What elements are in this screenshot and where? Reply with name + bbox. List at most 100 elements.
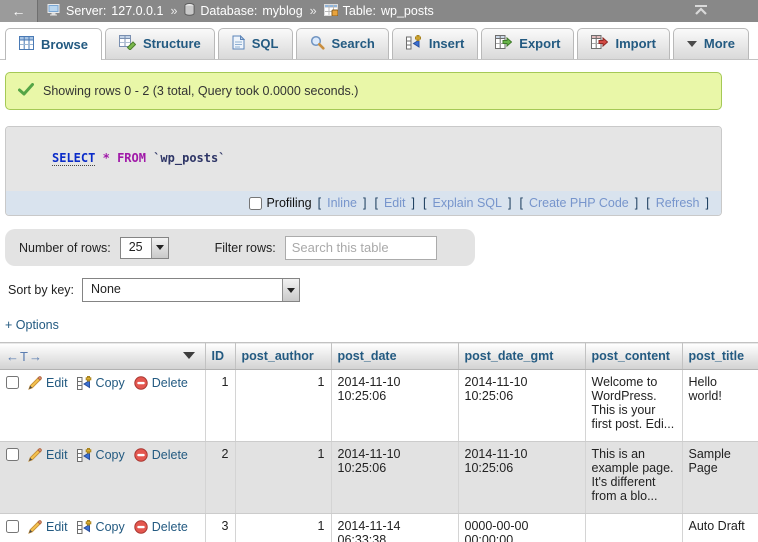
cell-post-title[interactable]: Sample Page	[682, 442, 758, 514]
cell-post-content[interactable]: Welcome to WordPress. This is your first…	[585, 370, 682, 442]
column-header-id[interactable]: ID	[205, 343, 235, 370]
cell-id[interactable]: 2	[205, 442, 235, 514]
sort-by-key-select[interactable]: None	[82, 278, 300, 302]
edit-query-link[interactable]: Edit	[384, 196, 406, 210]
tab-bar: Browse Structure SQL Search Insert Expor…	[0, 22, 758, 60]
chevron-down-icon[interactable]	[183, 352, 195, 359]
back-button[interactable]: ←	[0, 0, 38, 22]
cell-post-date[interactable]: 2014-11-14 06:33:38	[331, 514, 458, 542]
filter-rows-input[interactable]	[285, 236, 437, 260]
column-header-post-title[interactable]: post_title	[682, 343, 758, 370]
breadcrumb-table[interactable]: Table: wp_posts	[343, 4, 434, 18]
bracket: ]	[363, 196, 366, 210]
sql-keyword-select[interactable]: SELECT	[52, 151, 95, 166]
sql-star: *	[103, 151, 110, 165]
bracket: [	[646, 196, 649, 210]
tab-browse[interactable]: Browse	[5, 28, 102, 60]
row-checkbox[interactable]	[6, 376, 19, 389]
tab-search[interactable]: Search	[296, 28, 389, 59]
options-toggle-link[interactable]: + Options	[5, 318, 59, 332]
tab-import[interactable]: Import	[577, 28, 669, 59]
bracket: [	[423, 196, 426, 210]
tab-label: Structure	[143, 36, 201, 51]
cell-post-title[interactable]: Hello world!	[682, 370, 758, 442]
copy-row-link[interactable]: Copy	[77, 376, 125, 390]
create-php-code-link[interactable]: Create PHP Code	[529, 196, 629, 210]
cell-post-date[interactable]: 2014-11-10 10:25:06	[331, 442, 458, 514]
breadcrumb-separator: »	[310, 4, 317, 18]
database-icon	[184, 3, 195, 19]
column-header-post-date[interactable]: post_date	[331, 343, 458, 370]
breadcrumb-database[interactable]: Database: myblog	[200, 4, 302, 18]
sort-by-key-label: Sort by key:	[8, 283, 74, 297]
breadcrumb: Server: 127.0.0.1 » Database: myblog » T…	[38, 3, 434, 19]
edit-row-link[interactable]: Edit	[28, 448, 68, 462]
row-actions-header[interactable]: ←T→	[0, 343, 205, 370]
copy-row-link[interactable]: Copy	[77, 448, 125, 462]
number-of-rows-select[interactable]: 25	[120, 237, 169, 259]
copy-icon	[77, 376, 92, 390]
tab-insert[interactable]: Insert	[392, 28, 478, 59]
delete-row-link[interactable]: Delete	[134, 376, 188, 390]
table-row: Edit Copy Delete 1 1 2014-11-10 10:25:06 2…	[0, 370, 758, 442]
cell-post-date[interactable]: 2014-11-10 10:25:06	[331, 370, 458, 442]
column-header-post-date-gmt[interactable]: post_date_gmt	[458, 343, 585, 370]
bracket: ]	[635, 196, 638, 210]
tab-structure[interactable]: Structure	[105, 28, 215, 59]
number-of-rows-label: Number of rows:	[19, 241, 111, 255]
column-header-post-author[interactable]: post_author	[235, 343, 331, 370]
number-of-rows-value: 25	[121, 238, 151, 258]
cell-post-author[interactable]: 1	[235, 442, 331, 514]
explain-sql-link[interactable]: Explain SQL	[432, 196, 501, 210]
select-dropdown-button	[282, 279, 299, 301]
row-checkbox[interactable]	[6, 448, 19, 461]
cell-post-author[interactable]: 1	[235, 514, 331, 542]
collapse-panel-icon[interactable]	[692, 4, 710, 19]
breadcrumb-server[interactable]: Server: 127.0.0.1	[66, 4, 163, 18]
bracket: [	[318, 196, 321, 210]
row-checkbox[interactable]	[6, 520, 19, 533]
cell-post-title[interactable]: Auto Draft	[682, 514, 758, 542]
delete-row-link[interactable]: Delete	[134, 448, 188, 462]
cell-id[interactable]: 1	[205, 370, 235, 442]
bracket: ]	[706, 196, 709, 210]
cell-post-content[interactable]: This is an example page. It's different …	[585, 442, 682, 514]
browse-icon	[19, 36, 34, 53]
edit-row-link[interactable]: Edit	[28, 376, 68, 390]
row-actions-cell: Edit Copy Delete	[0, 442, 205, 514]
cell-post-date-gmt[interactable]: 0000-00-00 00:00:00	[458, 514, 585, 542]
delete-row-link[interactable]: Delete	[134, 520, 188, 534]
transpose-arrows[interactable]: ←T→	[6, 349, 43, 364]
copy-icon	[77, 520, 92, 534]
cell-post-date-gmt[interactable]: 2014-11-10 10:25:06	[458, 442, 585, 514]
profiling-checkbox[interactable]	[249, 197, 262, 210]
inline-link[interactable]: Inline	[327, 196, 357, 210]
success-check-icon	[18, 83, 34, 99]
cell-id[interactable]: 3	[205, 514, 235, 542]
table-icon	[324, 4, 338, 19]
cell-post-date-gmt[interactable]: 2014-11-10 10:25:06	[458, 370, 585, 442]
bracket: [	[519, 196, 522, 210]
delete-icon	[134, 448, 148, 462]
tab-sql[interactable]: SQL	[218, 28, 293, 59]
column-header-post-content[interactable]: post_content	[585, 343, 682, 370]
import-icon	[591, 35, 608, 52]
structure-icon	[119, 35, 136, 53]
cell-post-author[interactable]: 1	[235, 370, 331, 442]
copy-row-link[interactable]: Copy	[77, 520, 125, 534]
sql-query-text: SELECT * FROM `wp_posts`	[6, 127, 721, 191]
refresh-link[interactable]: Refresh	[656, 196, 700, 210]
sql-table-name: `wp_posts`	[153, 151, 225, 165]
tab-export[interactable]: Export	[481, 28, 574, 59]
results-table: ←T→ ID post_author post_date post_date_g…	[0, 342, 758, 542]
table-row: Edit Copy Delete 2 1 2014-11-10 10:25:06 2…	[0, 442, 758, 514]
bracket: ]	[412, 196, 415, 210]
delete-icon	[134, 376, 148, 390]
cell-post-content[interactable]	[585, 514, 682, 542]
sql-query-box: SELECT * FROM `wp_posts` Profiling [Inli…	[5, 126, 722, 216]
tab-more[interactable]: More	[673, 28, 749, 59]
tab-label: Export	[519, 36, 560, 51]
row-actions-cell: Edit Copy Delete	[0, 514, 205, 542]
edit-row-link[interactable]: Edit	[28, 520, 68, 534]
tab-label: SQL	[252, 36, 279, 51]
